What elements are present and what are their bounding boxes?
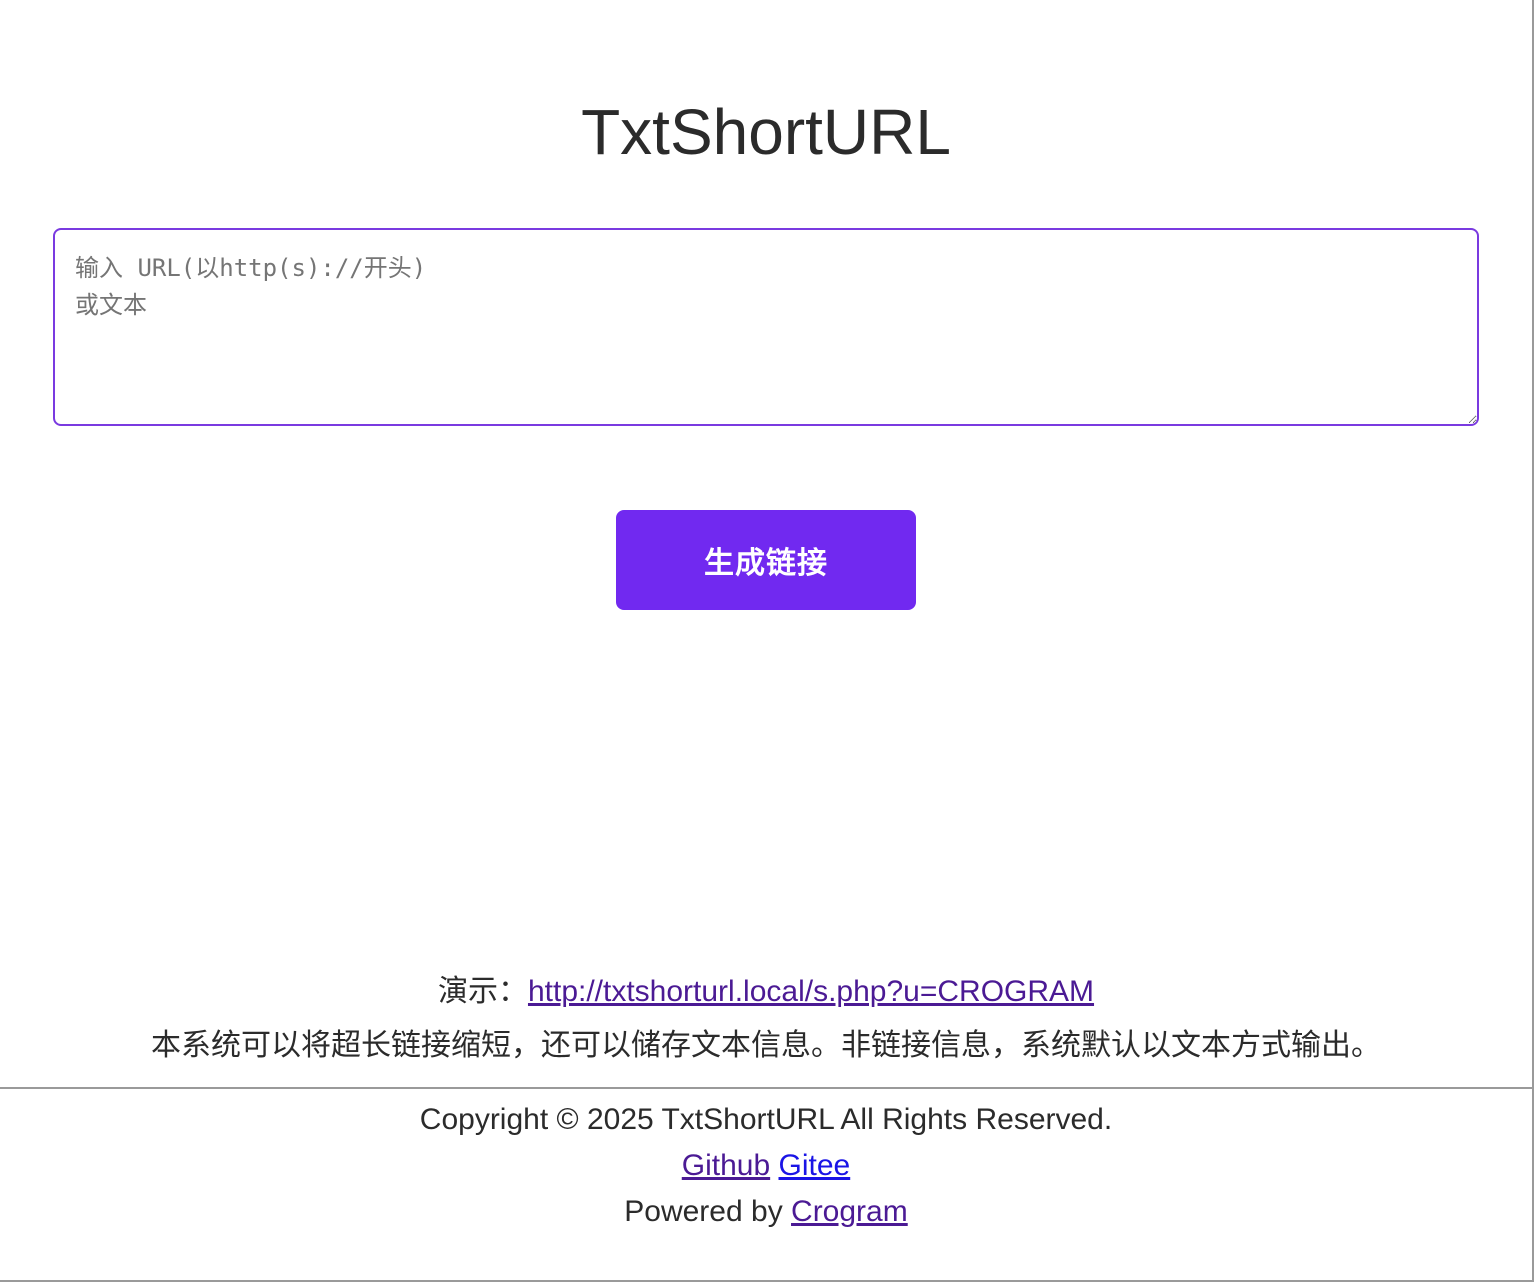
footer-links: Github Gitee <box>0 1146 1532 1186</box>
generate-link-button[interactable]: 生成链接 <box>616 510 916 610</box>
copyright-text: Copyright © 2025 TxtShortURL All Rights … <box>419 1103 1113 1136</box>
crogram-link[interactable]: Crogram <box>791 1195 908 1228</box>
github-link[interactable]: Github <box>682 1149 770 1182</box>
demo-line: 演示：http://txtshorturl.local/s.php?u=CROG… <box>0 970 1532 1014</box>
page-title: TxtShortURL <box>581 96 951 168</box>
demo-link[interactable]: http://txtshorturl.local/s.php?u=CROGRAM <box>528 975 1094 1008</box>
description-text: 本系统可以将超长链接缩短，还可以储存文本信息。非链接信息，系统默认以文本方式输出… <box>151 1029 1381 1062</box>
footer-divider <box>0 1087 1532 1089</box>
url-text-input[interactable] <box>53 228 1479 426</box>
powered-by-label: Powered by <box>624 1195 792 1228</box>
demo-label: 演示： <box>437 975 528 1008</box>
page-frame <box>0 0 1534 1282</box>
powered-by: Powered by Crogram <box>0 1192 1532 1232</box>
gitee-link[interactable]: Gitee <box>779 1149 851 1182</box>
